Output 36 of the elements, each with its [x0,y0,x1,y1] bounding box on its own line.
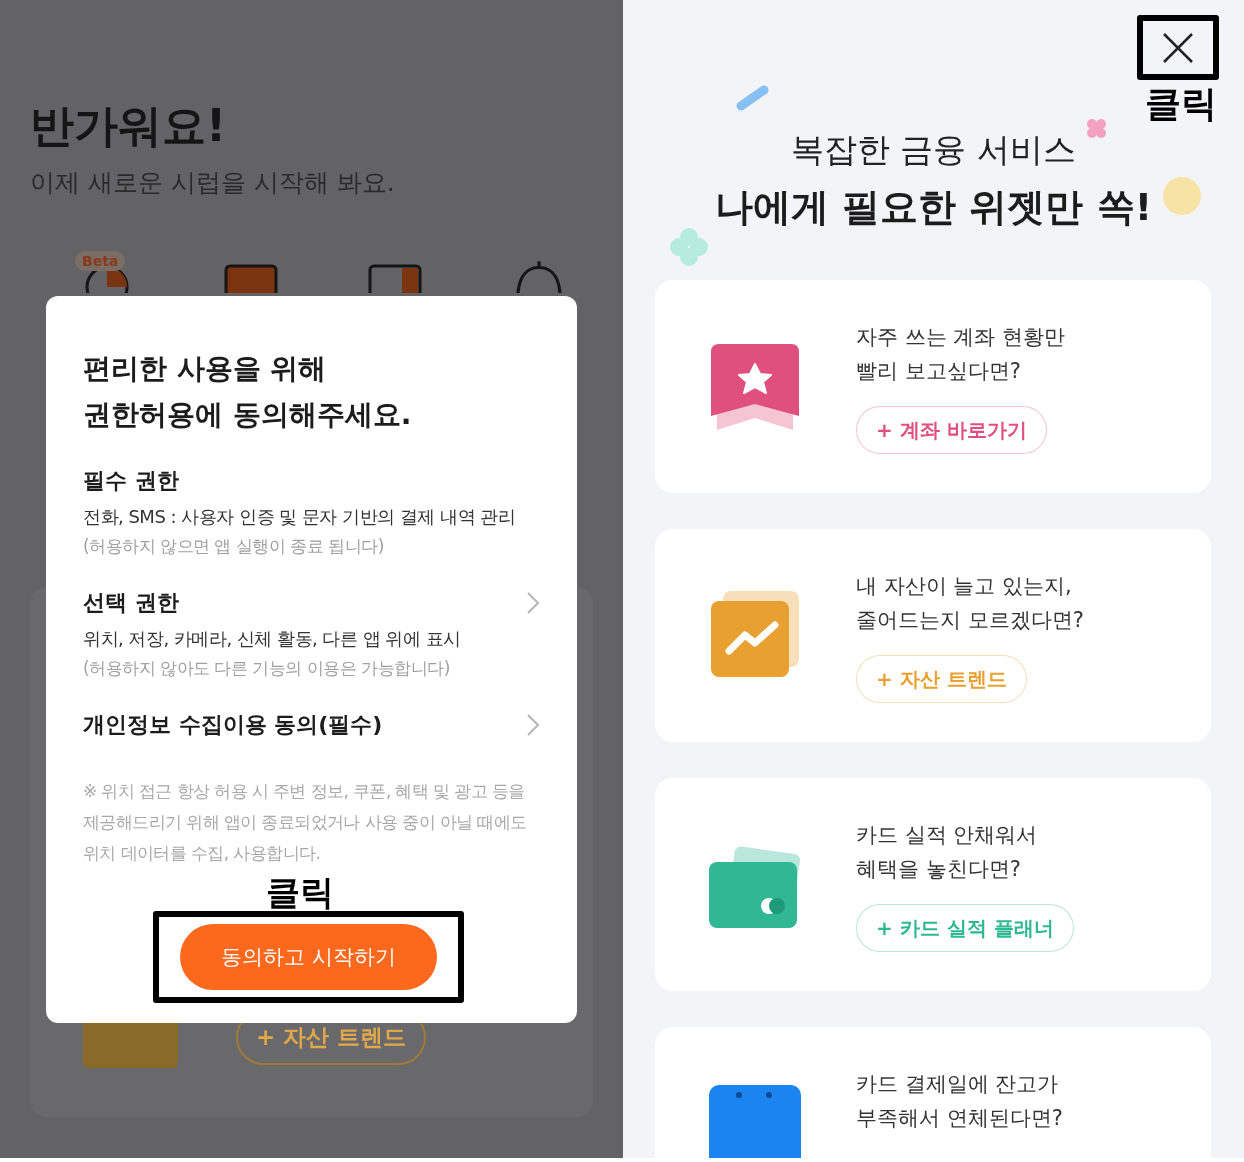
confetti-circle [1163,177,1201,215]
widget-question: 카드 결제일에 잔고가 [856,1071,1060,1098]
headline-title: 나에게 필요한 위젯만 쏙! [715,184,1152,231]
chevron-right-icon [526,591,540,615]
section-description: 전화, SMS : 사용자 인증 및 문자 기반의 결제 내역 관리 [83,505,517,529]
widget-question: 자주 쓰는 계좌 현황만 [856,324,1066,351]
section-heading: 필수 권한 [83,467,179,495]
widget-question: 줄어드는지 모르겠다면? [856,607,1084,634]
section-note: (허용하지 않아도 다른 기능의 이용은 가능합니다) [83,657,451,680]
dialog-title: 편리한 사용을 위해 권한허용에 동의해주세요. [83,351,413,433]
widget-question: 카드 실적 안채워서 [856,822,1039,849]
close-button[interactable] [1162,31,1194,64]
widget-question: 내 자산이 늘고 있는지, [856,573,1073,600]
section-heading: 개인정보 수집이용 동의(필수) [83,711,383,739]
widget-question: 부족해서 연체된다면? [856,1105,1063,1132]
greeting-subtitle: 이제 새로운 시럽을 시작해 봐요. [30,167,396,199]
widget-question: 빨리 보고싶다면? [856,358,1022,385]
confetti-cross [670,228,708,266]
add-widget-button[interactable]: + 자산 트렌드 [856,655,1027,703]
chevron-right-icon [526,713,540,737]
greeting-title: 반가워요! [30,99,228,153]
close-icon [1162,31,1194,64]
headline-subtitle: 복잡한 금융 서비스 [791,129,1076,171]
click-label: 클릭 [266,873,335,911]
widget-question: 혜택을 놓친다면? [856,856,1022,883]
confetti-bar [736,85,769,111]
section-description: 위치, 저장, 카메라, 신체 활동, 다른 앱 위에 표시 [83,627,462,651]
agree-start-button[interactable]: 동의하고 시작하기 [180,924,437,990]
section-note: (허용하지 않으면 앱 실행이 종료 됩니다) [83,535,385,558]
notice-text: ※ 위치 접근 항상 허용 시 주변 정보, 쿠폰, 혜택 및 광고 등을 제공해드리기 위해 앱이 종료되었거나 사용 중이 아닐 때에도 위치 데이터를 수집, 사용합니다. [83,780,528,865]
section-heading: 선택 권한 [83,589,179,617]
click-label: 클릭 [1145,82,1217,126]
add-widget-button[interactable]: + 카드 실적 플래너 [856,904,1074,952]
confetti-cross [1086,118,1107,139]
beta-badge: Beta [75,251,126,271]
add-widget-button[interactable]: + 계좌 바로가기 [856,406,1047,454]
